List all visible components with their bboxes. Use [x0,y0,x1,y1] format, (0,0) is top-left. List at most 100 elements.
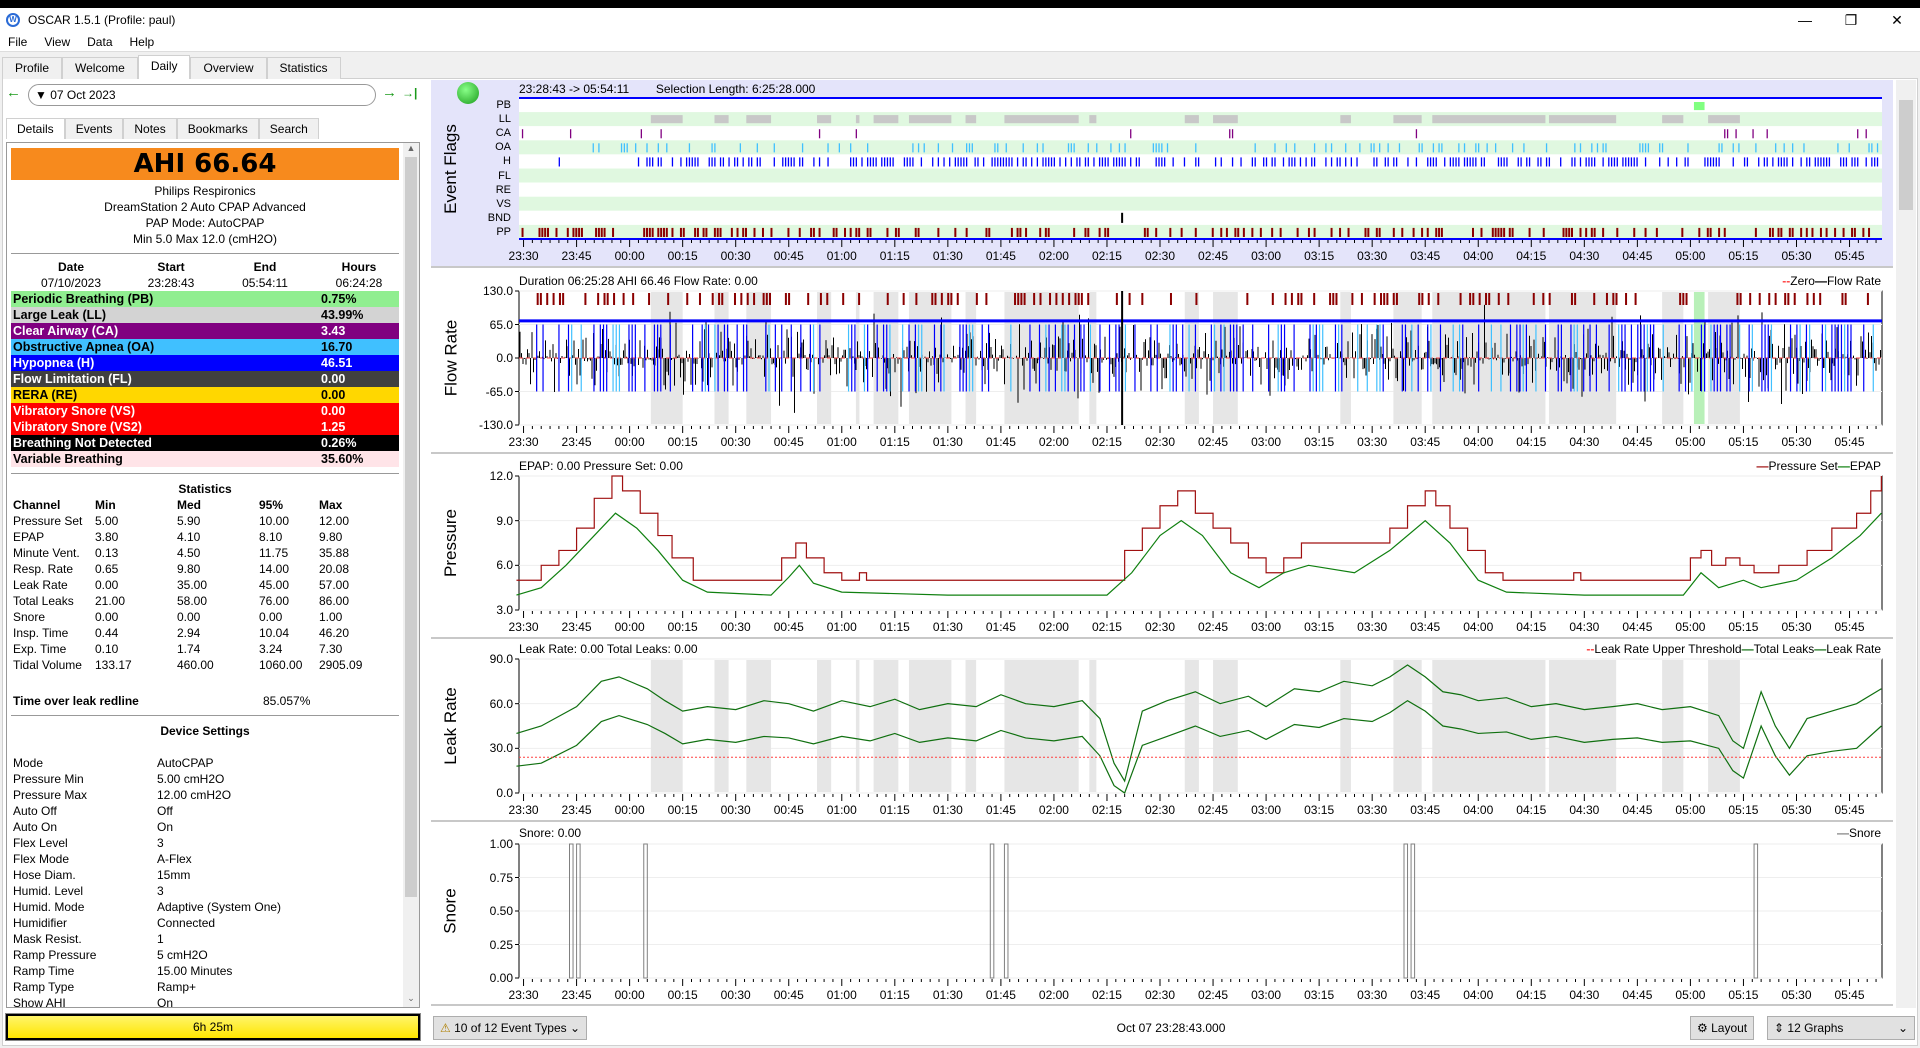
chevron-down-icon: ▼ [35,88,51,102]
tab-profile[interactable]: Profile [2,57,63,79]
snore-plot[interactable] [431,824,1893,1012]
x-tick-label: 05:45 [1834,620,1865,634]
graph-event-flags[interactable]: 23:28:43 -> 05:54:11 Selection Length: 6… [431,80,1893,268]
event-types-dropdown[interactable]: ⚠ 10 of 12 Event Types ⌄ [433,1016,588,1040]
maximize-button[interactable]: ❐ [1828,8,1874,32]
setting-row: Flex Level 3 [13,835,401,851]
pap-mode: PAP Mode: AutoCPAP [145,216,265,230]
event-label: Variable Breathing [13,452,123,466]
tab-events[interactable]: Events [64,118,124,139]
x-tick-label: 04:45 [1622,803,1653,817]
tab-details[interactable]: Details [6,118,65,139]
pp-marker [1297,293,1300,305]
x-tick-label: 03:30 [1357,803,1388,817]
x-tick-label: 01:30 [932,620,963,634]
graph-snore[interactable]: Snore: 0.00 —Snore Snore 23:30 23:45 00:00 00:… [431,824,1893,1006]
layout-button[interactable]: ⚙ Layout [1690,1016,1755,1040]
x-tick-label: 00:30 [720,803,751,817]
large-leak-band [746,660,772,792]
x-tick-label: 03:30 [1357,988,1388,1002]
legend-swatch: — [1836,826,1849,840]
pp-marker [1290,293,1293,305]
menu-view[interactable]: View [36,35,79,49]
event-value: 3.43 [321,324,346,338]
table-cell: 7.30 [319,642,343,656]
graph-pressure[interactable]: EPAP: 0.00 Pressure Set: 0.00 —Pressure S… [431,457,1893,639]
setting-name: Humidifier [13,916,68,930]
graph-header: Leak Rate: 0.00 Total Leaks: 0.00 [519,642,698,656]
x-tick-label: 01:15 [879,620,910,634]
event-value: 46.51 [321,356,353,370]
minimize-button[interactable]: — [1782,8,1828,32]
table-cell: 5.00 [95,514,119,528]
main-tabs: Profile Welcome Daily Overview Statistic… [2,55,341,79]
table-cell: Resp. Rate [13,562,74,576]
x-tick-label: 03:00 [1251,620,1282,634]
y-tick-label: 9.0 [496,513,513,528]
x-tick-label: 01:15 [879,435,910,449]
date-picker[interactable]: ▼ 07 Oct 2023 [28,84,376,106]
x-tick-label: 01:45 [985,988,1016,1002]
graph-leak-rate[interactable]: Leak Rate: 0.00 Total Leaks: 0.00 --Leak … [431,640,1893,822]
pp-marker [1844,293,1847,305]
table-cell: Med [177,498,201,512]
setting-value: On [157,996,174,1008]
pp-marker [956,293,959,305]
pp-marker [1774,293,1777,305]
x-tick-label: 04:45 [1622,620,1653,634]
large-leak-mark [855,115,860,124]
tab-overview[interactable]: Overview [190,57,267,79]
details-scrollbar[interactable]: ▲ ⌄ [403,143,419,1007]
menu-data[interactable]: Data [79,35,121,49]
setting-row: Hose Diam. 15mm [13,867,401,883]
table-cell: 9.80 [177,562,201,576]
large-leak-band [817,660,832,792]
tab-bookmarks[interactable]: Bookmarks [176,118,259,139]
x-tick-label: 01:30 [932,435,963,449]
tab-notes[interactable]: Notes [123,118,177,139]
leak-rate-plot[interactable] [431,640,1893,828]
menu-help[interactable]: Help [122,35,164,49]
tab-statistics[interactable]: Statistics [266,57,341,79]
event-value: 0.00 [321,388,346,402]
scroll-up-icon[interactable]: ▲ [403,143,419,157]
scrollbar-thumb[interactable] [1899,100,1913,210]
x-tick-label: 03:15 [1304,803,1335,817]
scrollbar-thumb[interactable] [405,157,417,897]
table-cell: 2.94 [177,626,201,640]
pp-marker [975,293,978,305]
flow-rate-plot[interactable] [431,272,1893,460]
tab-daily[interactable]: Daily [137,55,191,79]
large-leak-band [908,660,952,792]
flag-row-label: CA [495,127,511,140]
large-leak-band [1548,660,1617,792]
table-cell: Exp. Time [13,642,67,656]
last-day-arrow-icon[interactable]: →| [402,86,417,100]
x-tick-label: 05:45 [1834,803,1865,817]
pp-marker [1787,293,1790,305]
menu-file[interactable]: File [0,35,36,49]
close-button[interactable]: ✕ [1874,8,1920,32]
pp-marker [1488,293,1491,305]
x-tick-label: 02:45 [1198,435,1229,449]
graph-flow-rate[interactable]: Duration 06:25:28 AHI 66.46 Flow Rate: 0… [431,272,1893,454]
pp-marker [784,293,787,305]
x-tick-label: 04:00 [1463,803,1494,817]
prev-day-arrow-icon[interactable]: ← [6,84,21,101]
x-tick-label: 00:45 [773,249,804,263]
pp-marker [1080,293,1083,305]
pressure-plot[interactable] [431,457,1893,645]
pp-marker [1061,293,1064,305]
graphs-scrollbar[interactable] [1896,80,1916,1008]
next-day-arrow-icon[interactable]: → [382,84,397,101]
legend-entry: Flow Rate [1826,274,1881,288]
tab-welcome[interactable]: Welcome [62,57,138,79]
window-title: OSCAR 1.5.1 (Profile: paul) [28,13,176,27]
tab-search[interactable]: Search [258,118,319,139]
x-tick-label: 02:30 [1144,988,1176,1002]
scroll-down-icon[interactable]: ⌄ [403,993,419,1007]
event-flags-plot[interactable] [431,80,1893,268]
large-leak-band [1432,660,1546,792]
graphs-dropdown[interactable]: ⇕ 12 Graphs ⌄ [1767,1016,1915,1040]
setting-row: Ramp Time 15.00 Minutes [13,963,401,979]
